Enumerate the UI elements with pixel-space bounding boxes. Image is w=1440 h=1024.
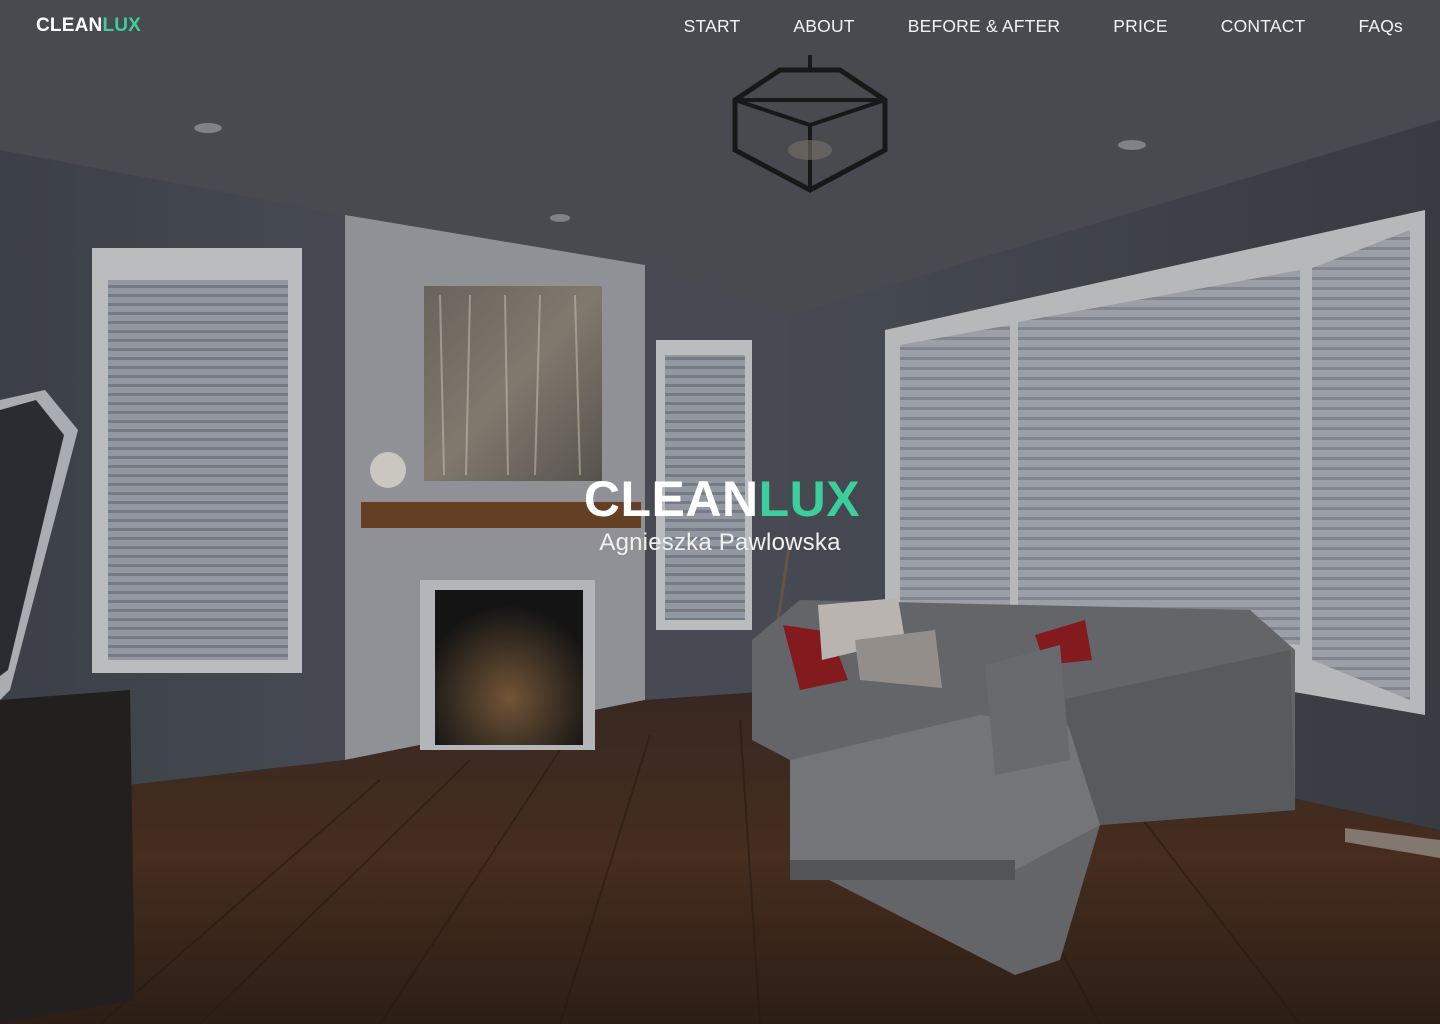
logo-text-white: CLEAN [36,15,103,36]
hero-subtitle: Agnieszka Pawlowska [599,529,841,556]
logo-text-accent: LUX [102,15,142,36]
hero-section: CLEANLUX START ABOUT BEFORE & AFTER PRIC… [0,0,1440,1024]
nav-link-before-after[interactable]: BEFORE & AFTER [908,16,1061,36]
nav-item: ABOUT [793,16,854,37]
nav-menu: START ABOUT BEFORE & AFTER PRICE CONTACT… [684,16,1403,37]
hero-title: CLEANLUX [0,471,1440,527]
nav-item: FAQs [1358,16,1403,37]
nav-link-start[interactable]: START [684,16,741,36]
nav-item: PRICE [1113,16,1167,37]
nav-link-price[interactable]: PRICE [1113,16,1167,36]
nav-link-faqs[interactable]: FAQs [1358,16,1403,36]
nav-item: CONTACT [1221,16,1306,37]
nav-item: BEFORE & AFTER [908,16,1061,37]
nav-item: START [684,16,741,37]
nav-link-contact[interactable]: CONTACT [1221,16,1306,36]
hero-title-accent: LUX [758,471,861,527]
top-navigation: CLEANLUX START ABOUT BEFORE & AFTER PRIC… [0,0,1440,52]
hero-content: CLEANLUX Agnieszka Pawlowska [0,471,1440,557]
hero-title-white: CLEAN [583,471,759,527]
header-logo[interactable]: CLEANLUX [36,15,141,37]
nav-link-about[interactable]: ABOUT [793,16,854,36]
